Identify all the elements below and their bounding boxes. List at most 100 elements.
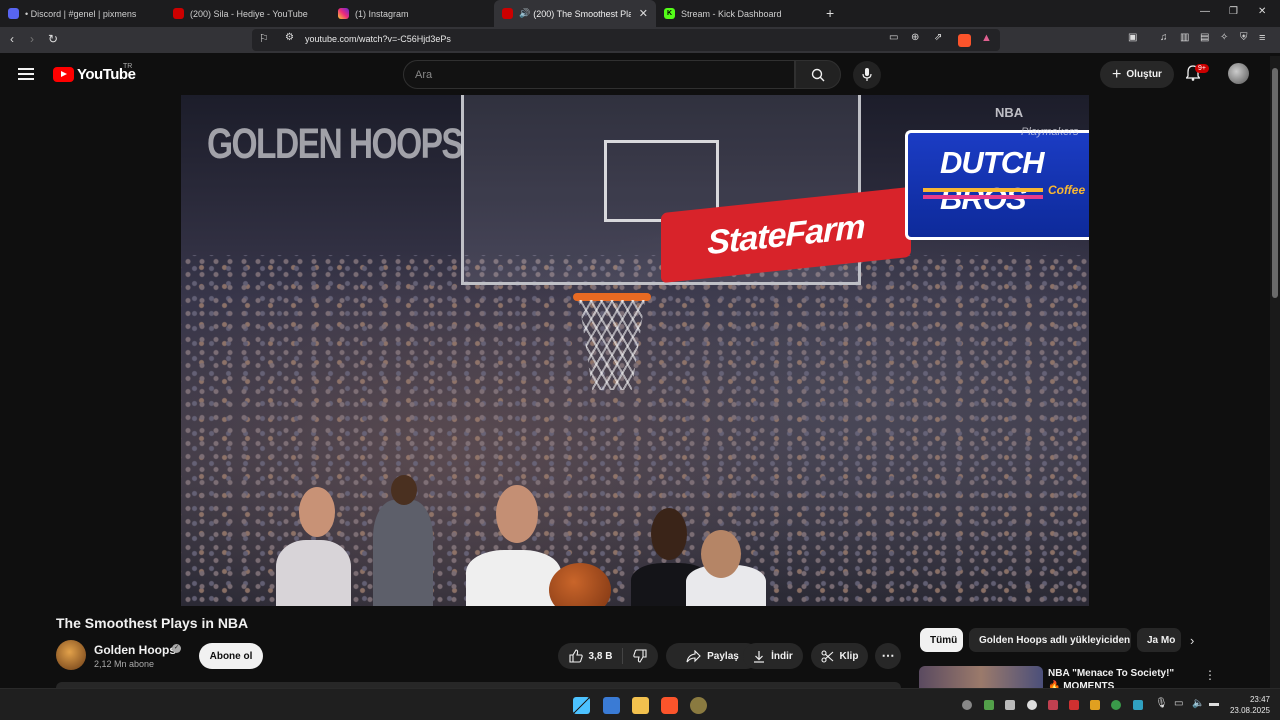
create-button[interactable]: + Oluştur: [1100, 61, 1174, 88]
video-player[interactable]: StateFarm DUTCH BROS Coffee GOLDEN HOOPS…: [181, 95, 1089, 606]
clock-time: 23:47: [1249, 695, 1270, 704]
clip-label: Klip: [839, 650, 859, 662]
tab-label: (200) Sila - Hediye - YouTube: [190, 8, 308, 19]
download-icon: [754, 650, 765, 663]
sign-stripe: [923, 195, 1043, 199]
reader-icon[interactable]: ▥: [1180, 32, 1189, 43]
tab-youtube-active[interactable]: 🔊 (200) The Smoothest Plays in ✕: [494, 0, 656, 27]
reload-icon[interactable]: ↻: [48, 32, 58, 46]
minimize-icon[interactable]: —: [1200, 6, 1210, 17]
site-info-icon[interactable]: ⚙: [285, 32, 294, 43]
tray-icon[interactable]: [1133, 700, 1143, 710]
close-window-icon[interactable]: ✕: [1258, 6, 1266, 17]
share-icon[interactable]: ⇗: [934, 32, 942, 43]
account-avatar[interactable]: [1228, 63, 1249, 84]
chip-ja-morant[interactable]: Ja Mo: [1137, 628, 1181, 652]
dislike-button[interactable]: [623, 649, 648, 663]
widgets-icon[interactable]: [603, 697, 620, 714]
dutchbros-text: DUTCH BROS: [940, 145, 1045, 216]
player-head: [496, 485, 538, 543]
leo-ai-icon[interactable]: ✧: [1220, 32, 1228, 43]
instagram-icon: [338, 8, 349, 19]
tray-icon[interactable]: [1005, 700, 1015, 710]
tab-discord[interactable]: • Discord | #genel | pixmens: [0, 0, 165, 27]
restore-icon[interactable]: ❐: [1229, 6, 1238, 17]
volume-icon[interactable]: 🔈: [1192, 698, 1204, 709]
windows-taskbar: 🎙 ▭ 🔈 ▬ 23:47 23.08.2025: [0, 688, 1280, 720]
chip-from-uploader[interactable]: Golden Hoops adlı yükleyiciden: [969, 628, 1131, 652]
golden-hoops-watermark: GOLDEN HOOPS: [207, 120, 464, 168]
tray-icon[interactable]: [1069, 700, 1079, 710]
page-scrollbar[interactable]: [1270, 56, 1280, 688]
tray-icon[interactable]: [1027, 700, 1037, 710]
thumbs-down-icon: [633, 649, 648, 663]
kick-icon: K: [664, 8, 675, 19]
download-label: İndir: [771, 650, 793, 662]
menu-icon[interactable]: ≡: [1259, 32, 1265, 44]
browser-toolbar: ‹ › ↻ ⚐ ⚙ youtube.com/watch?v=-C56Hjd3eP…: [0, 27, 1280, 53]
player-head: [651, 508, 687, 560]
player-head: [701, 530, 741, 578]
tray-icon[interactable]: [984, 700, 994, 710]
channel-avatar[interactable]: [56, 640, 86, 670]
hamburger-menu-icon[interactable]: [18, 68, 34, 80]
channel-name[interactable]: Golden Hoops: [94, 643, 176, 657]
back-icon[interactable]: ‹: [10, 32, 14, 46]
app-icon[interactable]: [690, 697, 707, 714]
brave-browser-icon[interactable]: [661, 697, 678, 714]
forward-icon[interactable]: ›: [30, 32, 34, 46]
verified-icon: ✓: [172, 644, 181, 653]
search-box[interactable]: [403, 60, 795, 89]
battery-icon[interactable]: ▬: [1209, 698, 1219, 709]
tab-label: (1) Instagram: [355, 8, 409, 19]
tray-icon[interactable]: [1048, 700, 1058, 710]
subscribe-button[interactable]: Abone ol: [199, 643, 263, 669]
brave-shield-icon[interactable]: [958, 34, 971, 47]
bookmark-icon[interactable]: ⚐: [259, 32, 269, 45]
tab-youtube-sila[interactable]: (200) Sila - Hediye - YouTube: [165, 0, 330, 27]
chip-all[interactable]: Tümü: [920, 628, 963, 652]
scrollbar-thumb[interactable]: [1272, 68, 1278, 298]
system-clock[interactable]: 23:47 23.08.2025: [1224, 694, 1270, 716]
more-vertical-icon[interactable]: ⋮: [1204, 668, 1216, 682]
close-tab-icon[interactable]: ✕: [631, 7, 648, 20]
more-actions-button[interactable]: ⋯: [875, 643, 901, 669]
tray-icon[interactable]: [962, 700, 972, 710]
vpn-icon[interactable]: ⛨: [1240, 32, 1248, 43]
microphone-tray-icon[interactable]: 🎙: [1155, 698, 1168, 709]
tab-label: • Discord | #genel | pixmens: [25, 8, 137, 19]
tab-kick[interactable]: K Stream - Kick Dashboard: [656, 0, 821, 27]
clip-button[interactable]: Klip: [811, 643, 868, 669]
share-arrow-icon: [686, 649, 701, 662]
recommendation-title[interactable]: NBA "Menace To Society!" 🔥 MOMENTS: [1048, 667, 1188, 688]
basketball-rim: [573, 293, 651, 301]
dutchbros-sign: DUTCH BROS Coffee: [905, 130, 1089, 240]
tab-instagram[interactable]: (1) Instagram: [330, 0, 494, 27]
browser-tab-strip: • Discord | #genel | pixmens (200) Sila …: [0, 0, 1280, 27]
search-input[interactable]: [404, 61, 784, 88]
recommendation-thumbnail[interactable]: [919, 666, 1043, 688]
zoom-icon[interactable]: ⊕: [911, 32, 919, 43]
notification-badge: 9+: [1195, 64, 1209, 73]
file-explorer-icon[interactable]: [632, 697, 649, 714]
like-button[interactable]: 3,8 B: [568, 648, 624, 664]
new-tab-icon[interactable]: +: [826, 5, 834, 21]
media-icon[interactable]: ♫: [1160, 32, 1168, 43]
voice-search-button[interactable]: [853, 61, 881, 89]
search-button[interactable]: [795, 60, 841, 89]
wallet-icon[interactable]: ▤: [1200, 32, 1209, 43]
sidebar-toggle-icon[interactable]: ▣: [1128, 32, 1137, 43]
tray-icon[interactable]: [1111, 700, 1121, 710]
create-label: Oluştur: [1126, 69, 1162, 80]
network-icon[interactable]: ▭: [1174, 698, 1184, 709]
like-dislike-group: 3,8 B: [558, 643, 658, 669]
cast-icon[interactable]: ▭: [889, 32, 898, 43]
brave-rewards-icon[interactable]: ▲: [981, 32, 992, 44]
windows-start-icon[interactable]: [573, 697, 590, 714]
statefarm-text: StateFarm: [707, 207, 865, 262]
download-button[interactable]: İndir: [743, 643, 803, 669]
url-text[interactable]: youtube.com/watch?v=-C56Hjd3ePs: [305, 34, 451, 44]
youtube-icon: [173, 8, 184, 19]
chevron-right-icon[interactable]: ›: [1190, 633, 1194, 648]
tray-icon[interactable]: [1090, 700, 1100, 710]
